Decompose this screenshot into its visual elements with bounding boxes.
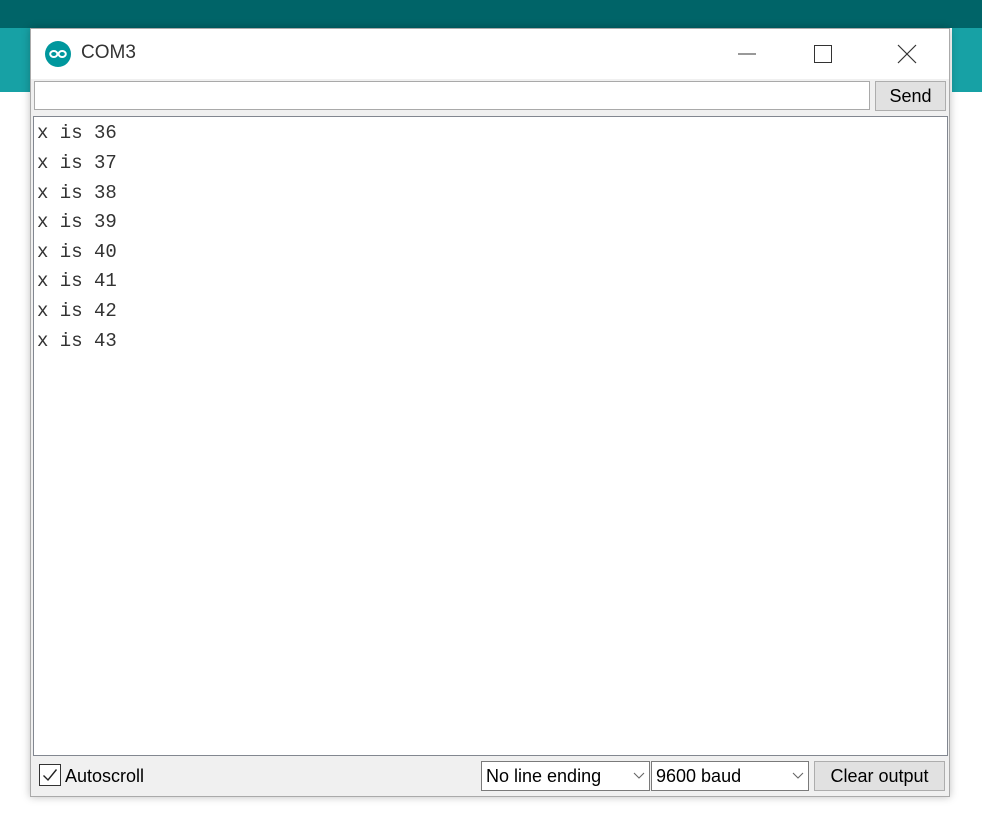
baud-rate-value: 9600 baud <box>656 766 742 786</box>
output-line: x is 41 <box>37 270 117 292</box>
chevron-down-icon <box>633 772 645 779</box>
background-accent-band-left <box>0 28 30 92</box>
line-ending-value: No line ending <box>486 766 602 786</box>
check-icon <box>43 769 58 782</box>
arduino-icon <box>45 41 71 67</box>
output-line: x is 42 <box>37 300 117 322</box>
output-line: x is 38 <box>37 182 117 204</box>
background-header-band <box>0 0 982 28</box>
close-icon <box>897 44 917 64</box>
minimize-icon <box>738 53 756 55</box>
close-button[interactable] <box>877 29 937 79</box>
minimize-button[interactable] <box>717 29 777 79</box>
background-accent-band-right <box>952 28 982 92</box>
autoscroll-checkbox[interactable] <box>39 764 61 786</box>
clear-output-button[interactable]: Clear output <box>814 761 945 791</box>
serial-output-area[interactable]: x is 36 x is 37 x is 38 x is 39 x is 40 … <box>33 116 948 756</box>
window-title: COM3 <box>81 42 136 63</box>
baud-rate-select[interactable]: 9600 baud <box>651 761 809 791</box>
title-bar[interactable]: COM3 <box>31 29 949 79</box>
footer-bar: Autoscroll No line ending 9600 baud Clea… <box>31 756 949 796</box>
autoscroll-label[interactable]: Autoscroll <box>65 766 144 787</box>
output-line: x is 39 <box>37 211 117 233</box>
serial-monitor-window: COM3 Send x is 36 x is 37 x is 38 x is 3… <box>30 28 950 797</box>
output-line: x is 36 <box>37 122 117 144</box>
output-line: x is 43 <box>37 330 117 352</box>
line-ending-select[interactable]: No line ending <box>481 761 650 791</box>
maximize-button[interactable] <box>793 29 853 79</box>
output-line: x is 40 <box>37 241 117 263</box>
serial-send-input[interactable] <box>34 81 870 110</box>
maximize-icon <box>814 45 832 63</box>
output-line: x is 37 <box>37 152 117 174</box>
chevron-down-icon <box>792 772 804 779</box>
send-button[interactable]: Send <box>875 81 946 111</box>
